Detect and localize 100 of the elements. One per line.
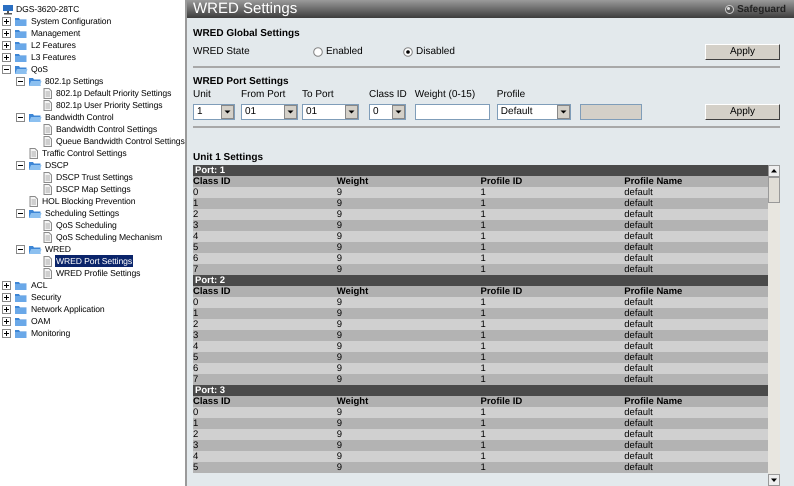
table-cell: 1 <box>480 308 624 318</box>
tree-item[interactable]: Network Application <box>30 303 106 315</box>
table-cell: default <box>624 264 768 274</box>
folder-icon <box>14 40 28 50</box>
tree-item[interactable]: Bandwidth Control Settings <box>55 123 158 135</box>
tree-item[interactable]: WRED Port Settings <box>55 255 134 267</box>
scroll-thumb[interactable] <box>768 176 780 202</box>
device-name[interactable]: DGS-3620-28TC <box>15 3 80 15</box>
tree-item[interactable]: QoS Scheduling <box>55 219 118 231</box>
table-cell: 2 <box>193 318 337 330</box>
field-label: Unit <box>193 88 212 101</box>
tree-item[interactable]: L2 Features <box>30 39 77 51</box>
expand-icon[interactable] <box>2 16 11 26</box>
radio-button[interactable] <box>403 46 413 57</box>
dropdown[interactable]: 01 <box>241 104 298 120</box>
table-cell: 1 <box>480 428 624 440</box>
page-icon <box>28 148 39 158</box>
collapse-icon[interactable] <box>16 112 25 122</box>
table-cell: 1 <box>480 220 624 230</box>
page-icon <box>42 136 53 146</box>
collapse-icon[interactable] <box>16 244 25 254</box>
collapse-icon[interactable] <box>16 208 25 218</box>
tree-item[interactable]: ACL <box>30 279 48 291</box>
collapse-icon[interactable] <box>2 64 11 74</box>
expand-icon[interactable] <box>2 280 11 290</box>
table-cell: 2 <box>193 428 337 440</box>
option-label: Disabled <box>416 46 455 58</box>
scrollbar[interactable] <box>768 164 780 486</box>
tree-item[interactable]: QoS <box>30 63 49 75</box>
tree-item[interactable]: 802.1p User Priority Settings <box>55 99 164 111</box>
text-field[interactable] <box>414 104 490 120</box>
apply-button[interactable]: Apply <box>705 44 780 60</box>
tree-item[interactable]: DSCP Map Settings <box>55 183 132 195</box>
apply-button[interactable]: Apply <box>705 104 780 120</box>
scroll-up-icon[interactable] <box>768 164 780 176</box>
expand-icon[interactable] <box>2 292 11 302</box>
page-title: WRED Settings <box>193 0 298 18</box>
tree-item[interactable]: Security <box>30 291 62 303</box>
tree-item[interactable]: 802.1p Settings <box>44 75 104 87</box>
dropdown[interactable]: 0 <box>369 104 406 120</box>
table-cell: default <box>624 418 768 428</box>
page-icon <box>42 184 53 194</box>
table-cell: 1 <box>480 296 624 308</box>
tree-item[interactable]: Traffic Control Settings <box>41 147 128 159</box>
tree-item[interactable]: Management <box>30 27 82 39</box>
tree-item[interactable]: Queue Bandwidth Control Settings <box>55 135 185 147</box>
table-cell: default <box>624 198 768 208</box>
table-cell: 1 <box>480 230 624 242</box>
collapse-icon[interactable] <box>16 160 25 170</box>
dropdown[interactable]: 1 <box>193 104 235 120</box>
expand-icon[interactable] <box>2 52 11 62</box>
port-header: Port: 3 <box>193 384 768 396</box>
field-label: From Port <box>241 88 286 101</box>
table-cell: 2 <box>193 208 337 220</box>
tree-item[interactable]: Scheduling Settings <box>44 207 120 219</box>
safeguard-label: Safeguard <box>737 2 786 16</box>
table-cell: 6 <box>193 252 337 264</box>
tree-item[interactable]: HOL Blocking Prevention <box>41 195 136 207</box>
tree-item[interactable]: 802.1p Default Priority Settings <box>55 87 172 99</box>
expand-icon[interactable] <box>2 304 11 314</box>
table-cell: 1 <box>480 264 624 274</box>
radio-button[interactable] <box>313 46 323 57</box>
tree-item[interactable]: OAM <box>30 315 52 327</box>
scroll-down-icon[interactable] <box>768 474 780 486</box>
column-header: Profile ID <box>480 396 624 406</box>
option-label: Enabled <box>326 46 363 58</box>
column-header: Class ID <box>193 396 337 406</box>
tree-item[interactable]: Bandwidth Control <box>44 111 115 123</box>
column-header: Weight <box>336 176 480 186</box>
table-cell: 9 <box>336 418 480 428</box>
collapse-icon[interactable] <box>16 76 25 86</box>
tree-item[interactable]: DSCP Trust Settings <box>55 171 134 183</box>
column-header: Profile Name <box>624 286 768 296</box>
tree-item[interactable]: Monitoring <box>30 327 72 339</box>
table-cell: 9 <box>336 264 480 274</box>
tree-item[interactable]: DSCP <box>44 159 70 171</box>
table-cell: default <box>624 362 768 374</box>
tree-item[interactable]: L3 Features <box>30 51 77 63</box>
expand-icon[interactable] <box>2 40 11 50</box>
folder-icon <box>14 52 28 62</box>
tree-item[interactable]: System Configuration <box>30 15 112 27</box>
table-cell: 1 <box>193 198 337 208</box>
dropdown[interactable]: 01 <box>302 104 359 120</box>
table-cell: default <box>624 440 768 450</box>
table-cell: default <box>624 428 768 440</box>
column-header: Profile Name <box>624 176 768 186</box>
tree-item[interactable]: WRED <box>44 243 72 255</box>
table-cell: default <box>624 230 768 242</box>
folder-icon <box>14 304 28 314</box>
table-cell: 1 <box>480 440 624 450</box>
expand-icon[interactable] <box>2 328 11 338</box>
open-folder-icon <box>14 64 28 74</box>
table-cell: 1 <box>480 208 624 220</box>
tree-item[interactable]: WRED Profile Settings <box>55 267 142 279</box>
table-cell: default <box>624 308 768 318</box>
field-label: Profile <box>496 88 526 101</box>
dropdown[interactable]: Default <box>496 104 571 120</box>
expand-icon[interactable] <box>2 316 11 326</box>
tree-item[interactable]: QoS Scheduling Mechanism <box>55 231 164 243</box>
expand-icon[interactable] <box>2 28 11 38</box>
